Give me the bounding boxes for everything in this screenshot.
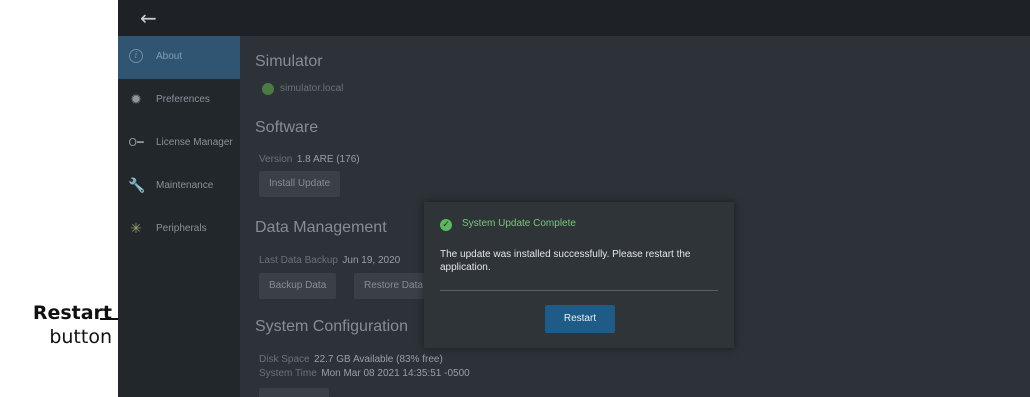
wrench-icon: 🔧: [128, 178, 146, 194]
top-bar: ←: [118, 0, 1030, 36]
simulator-section-title: Simulator: [255, 53, 323, 70]
simulator-host: simulator.local: [280, 83, 344, 94]
dialog-divider: [440, 290, 718, 291]
key-icon: O━: [128, 136, 144, 149]
last-backup-label: Last Data Backup: [259, 255, 338, 266]
restore-data-button[interactable]: Restore Data: [354, 273, 433, 299]
sidebar-item-label: About: [156, 51, 183, 62]
gear-icon: ✹: [130, 92, 142, 108]
update-complete-dialog: ✓ System Update Complete The update was …: [424, 202, 734, 348]
version-value: 1.8 ARE (176): [296, 154, 360, 165]
backup-data-button[interactable]: Backup Data: [259, 273, 337, 299]
sidebar-item-label: Maintenance: [156, 180, 214, 191]
data-management-section-title: Data Management: [255, 219, 387, 236]
sidebar-item-preferences[interactable]: ✹ Preferences: [118, 79, 240, 122]
install-update-button[interactable]: Install Update: [259, 171, 341, 197]
peripherals-icon: ✳: [130, 221, 142, 237]
dialog-message: The update was installed successfully. P…: [440, 249, 691, 273]
sidebar-item-label: Preferences: [156, 94, 210, 105]
back-arrow-icon[interactable]: ←: [140, 7, 162, 29]
restart-button[interactable]: Restart: [545, 305, 615, 333]
last-backup-value: Jun 19, 2020: [342, 255, 401, 266]
system-time-value: Mon Mar 08 2021 14:35:51 -0500: [321, 368, 470, 379]
version-row: Version 1.8 ARE (176): [259, 149, 360, 167]
system-time-row: System Time Mon Mar 08 2021 14:35:51 -05…: [259, 363, 470, 381]
sidebar: i About ✹ Preferences O━ License Manager…: [118, 36, 240, 397]
callout-title: Restart: [32, 302, 112, 324]
sidebar-item-label: License Manager: [156, 137, 233, 148]
check-circle-icon: ✓: [440, 219, 452, 231]
sidebar-item-maintenance[interactable]: 🔧 Maintenance: [118, 165, 240, 208]
sidebar-item-label: Peripherals: [156, 223, 207, 234]
callout-subtitle: button: [49, 326, 112, 348]
software-section-title: Software: [255, 119, 319, 136]
system-configuration-section-title: System Configuration: [255, 318, 408, 335]
dialog-title: System Update Complete: [462, 218, 576, 229]
partial-button[interactable]: [259, 388, 329, 397]
sidebar-item-peripherals[interactable]: ✳ Peripherals: [118, 208, 240, 251]
sidebar-item-license-manager[interactable]: O━ License Manager: [118, 122, 240, 165]
version-label: Version: [259, 154, 293, 165]
sidebar-item-about[interactable]: i About: [118, 36, 240, 79]
last-backup-row: Last Data Backup Jun 19, 2020: [259, 250, 400, 268]
info-icon: i: [129, 49, 143, 63]
system-time-label: System Time: [259, 368, 317, 379]
callout-label: Restart button: [0, 301, 112, 349]
status-indicator-icon: [262, 83, 274, 95]
